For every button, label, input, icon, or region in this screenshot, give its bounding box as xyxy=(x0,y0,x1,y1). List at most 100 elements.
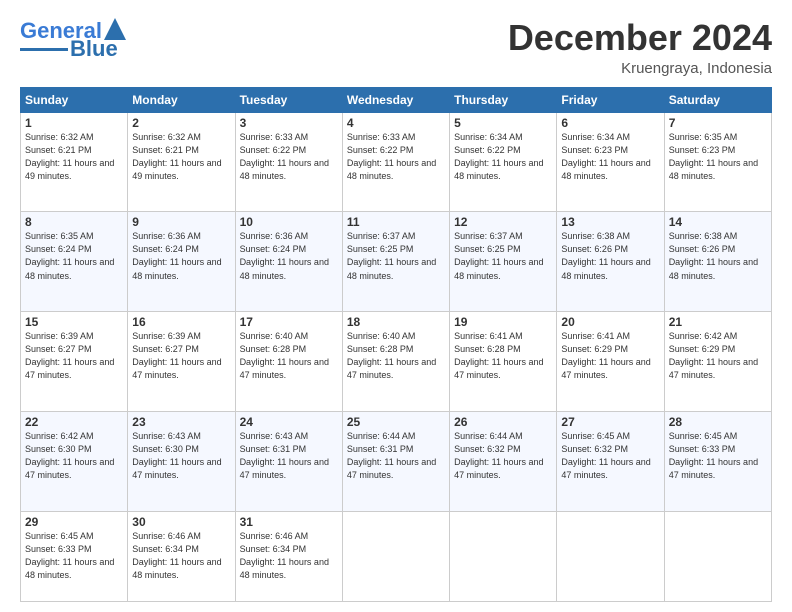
day-info: Sunrise: 6:36 AMSunset: 6:24 PMDaylight:… xyxy=(240,230,338,282)
day-number: 3 xyxy=(240,116,338,130)
day-info: Sunrise: 6:46 AMSunset: 6:34 PMDaylight:… xyxy=(240,530,338,582)
day-info: Sunrise: 6:44 AMSunset: 6:32 PMDaylight:… xyxy=(454,430,552,482)
table-row: 11Sunrise: 6:37 AMSunset: 6:25 PMDayligh… xyxy=(342,212,449,312)
day-number: 21 xyxy=(669,315,767,329)
day-info: Sunrise: 6:46 AMSunset: 6:34 PMDaylight:… xyxy=(132,530,230,582)
day-info: Sunrise: 6:33 AMSunset: 6:22 PMDaylight:… xyxy=(347,131,445,183)
day-number: 30 xyxy=(132,515,230,529)
table-row: 12Sunrise: 6:37 AMSunset: 6:25 PMDayligh… xyxy=(450,212,557,312)
table-row: 29Sunrise: 6:45 AMSunset: 6:33 PMDayligh… xyxy=(21,511,128,601)
month-title: December 2024 xyxy=(508,18,772,58)
col-tuesday: Tuesday xyxy=(235,87,342,112)
table-row: 22Sunrise: 6:42 AMSunset: 6:30 PMDayligh… xyxy=(21,411,128,511)
table-row: 7Sunrise: 6:35 AMSunset: 6:23 PMDaylight… xyxy=(664,112,771,212)
day-info: Sunrise: 6:33 AMSunset: 6:22 PMDaylight:… xyxy=(240,131,338,183)
table-row: 21Sunrise: 6:42 AMSunset: 6:29 PMDayligh… xyxy=(664,312,771,412)
day-info: Sunrise: 6:42 AMSunset: 6:29 PMDaylight:… xyxy=(669,330,767,382)
table-row: 2Sunrise: 6:32 AMSunset: 6:21 PMDaylight… xyxy=(128,112,235,212)
day-info: Sunrise: 6:43 AMSunset: 6:30 PMDaylight:… xyxy=(132,430,230,482)
day-info: Sunrise: 6:32 AMSunset: 6:21 PMDaylight:… xyxy=(25,131,123,183)
col-friday: Friday xyxy=(557,87,664,112)
table-row: 17Sunrise: 6:40 AMSunset: 6:28 PMDayligh… xyxy=(235,312,342,412)
day-number: 11 xyxy=(347,215,445,229)
table-row xyxy=(664,511,771,601)
day-number: 31 xyxy=(240,515,338,529)
day-info: Sunrise: 6:41 AMSunset: 6:29 PMDaylight:… xyxy=(561,330,659,382)
day-number: 28 xyxy=(669,415,767,429)
day-info: Sunrise: 6:37 AMSunset: 6:25 PMDaylight:… xyxy=(347,230,445,282)
day-number: 15 xyxy=(25,315,123,329)
calendar-header-row: Sunday Monday Tuesday Wednesday Thursday… xyxy=(21,87,772,112)
header: General Blue December 2024 Kruengraya, I… xyxy=(20,18,772,77)
col-saturday: Saturday xyxy=(664,87,771,112)
day-number: 1 xyxy=(25,116,123,130)
table-row: 3Sunrise: 6:33 AMSunset: 6:22 PMDaylight… xyxy=(235,112,342,212)
day-info: Sunrise: 6:40 AMSunset: 6:28 PMDaylight:… xyxy=(240,330,338,382)
day-info: Sunrise: 6:34 AMSunset: 6:23 PMDaylight:… xyxy=(561,131,659,183)
table-row: 15Sunrise: 6:39 AMSunset: 6:27 PMDayligh… xyxy=(21,312,128,412)
table-row: 8Sunrise: 6:35 AMSunset: 6:24 PMDaylight… xyxy=(21,212,128,312)
day-number: 6 xyxy=(561,116,659,130)
day-info: Sunrise: 6:36 AMSunset: 6:24 PMDaylight:… xyxy=(132,230,230,282)
table-row xyxy=(450,511,557,601)
day-info: Sunrise: 6:37 AMSunset: 6:25 PMDaylight:… xyxy=(454,230,552,282)
day-number: 12 xyxy=(454,215,552,229)
table-row: 27Sunrise: 6:45 AMSunset: 6:32 PMDayligh… xyxy=(557,411,664,511)
table-row: 4Sunrise: 6:33 AMSunset: 6:22 PMDaylight… xyxy=(342,112,449,212)
table-row: 14Sunrise: 6:38 AMSunset: 6:26 PMDayligh… xyxy=(664,212,771,312)
day-number: 2 xyxy=(132,116,230,130)
table-row: 20Sunrise: 6:41 AMSunset: 6:29 PMDayligh… xyxy=(557,312,664,412)
day-info: Sunrise: 6:43 AMSunset: 6:31 PMDaylight:… xyxy=(240,430,338,482)
day-number: 22 xyxy=(25,415,123,429)
day-info: Sunrise: 6:38 AMSunset: 6:26 PMDaylight:… xyxy=(561,230,659,282)
day-info: Sunrise: 6:41 AMSunset: 6:28 PMDaylight:… xyxy=(454,330,552,382)
day-info: Sunrise: 6:35 AMSunset: 6:23 PMDaylight:… xyxy=(669,131,767,183)
day-info: Sunrise: 6:39 AMSunset: 6:27 PMDaylight:… xyxy=(25,330,123,382)
table-row: 6Sunrise: 6:34 AMSunset: 6:23 PMDaylight… xyxy=(557,112,664,212)
table-row xyxy=(342,511,449,601)
day-number: 19 xyxy=(454,315,552,329)
logo: General Blue xyxy=(20,18,126,60)
table-row: 25Sunrise: 6:44 AMSunset: 6:31 PMDayligh… xyxy=(342,411,449,511)
day-number: 25 xyxy=(347,415,445,429)
day-number: 13 xyxy=(561,215,659,229)
page: General Blue December 2024 Kruengraya, I… xyxy=(0,0,792,612)
day-info: Sunrise: 6:34 AMSunset: 6:22 PMDaylight:… xyxy=(454,131,552,183)
logo-text-blue: Blue xyxy=(70,38,118,60)
table-row: 9Sunrise: 6:36 AMSunset: 6:24 PMDaylight… xyxy=(128,212,235,312)
day-number: 17 xyxy=(240,315,338,329)
table-row: 30Sunrise: 6:46 AMSunset: 6:34 PMDayligh… xyxy=(128,511,235,601)
table-row: 31Sunrise: 6:46 AMSunset: 6:34 PMDayligh… xyxy=(235,511,342,601)
col-wednesday: Wednesday xyxy=(342,87,449,112)
table-row: 18Sunrise: 6:40 AMSunset: 6:28 PMDayligh… xyxy=(342,312,449,412)
day-number: 16 xyxy=(132,315,230,329)
day-info: Sunrise: 6:32 AMSunset: 6:21 PMDaylight:… xyxy=(132,131,230,183)
day-number: 5 xyxy=(454,116,552,130)
day-number: 23 xyxy=(132,415,230,429)
day-info: Sunrise: 6:45 AMSunset: 6:32 PMDaylight:… xyxy=(561,430,659,482)
table-row: 24Sunrise: 6:43 AMSunset: 6:31 PMDayligh… xyxy=(235,411,342,511)
col-thursday: Thursday xyxy=(450,87,557,112)
table-row: 1Sunrise: 6:32 AMSunset: 6:21 PMDaylight… xyxy=(21,112,128,212)
day-info: Sunrise: 6:38 AMSunset: 6:26 PMDaylight:… xyxy=(669,230,767,282)
day-info: Sunrise: 6:45 AMSunset: 6:33 PMDaylight:… xyxy=(25,530,123,582)
day-number: 8 xyxy=(25,215,123,229)
day-number: 26 xyxy=(454,415,552,429)
day-number: 7 xyxy=(669,116,767,130)
day-info: Sunrise: 6:45 AMSunset: 6:33 PMDaylight:… xyxy=(669,430,767,482)
table-row: 19Sunrise: 6:41 AMSunset: 6:28 PMDayligh… xyxy=(450,312,557,412)
table-row xyxy=(557,511,664,601)
table-row: 23Sunrise: 6:43 AMSunset: 6:30 PMDayligh… xyxy=(128,411,235,511)
table-row: 16Sunrise: 6:39 AMSunset: 6:27 PMDayligh… xyxy=(128,312,235,412)
col-sunday: Sunday xyxy=(21,87,128,112)
day-info: Sunrise: 6:42 AMSunset: 6:30 PMDaylight:… xyxy=(25,430,123,482)
location: Kruengraya, Indonesia xyxy=(508,60,772,77)
day-number: 29 xyxy=(25,515,123,529)
title-block: December 2024 Kruengraya, Indonesia xyxy=(508,18,772,77)
table-row: 13Sunrise: 6:38 AMSunset: 6:26 PMDayligh… xyxy=(557,212,664,312)
day-number: 10 xyxy=(240,215,338,229)
table-row: 28Sunrise: 6:45 AMSunset: 6:33 PMDayligh… xyxy=(664,411,771,511)
table-row: 26Sunrise: 6:44 AMSunset: 6:32 PMDayligh… xyxy=(450,411,557,511)
day-info: Sunrise: 6:35 AMSunset: 6:24 PMDaylight:… xyxy=(25,230,123,282)
table-row: 5Sunrise: 6:34 AMSunset: 6:22 PMDaylight… xyxy=(450,112,557,212)
